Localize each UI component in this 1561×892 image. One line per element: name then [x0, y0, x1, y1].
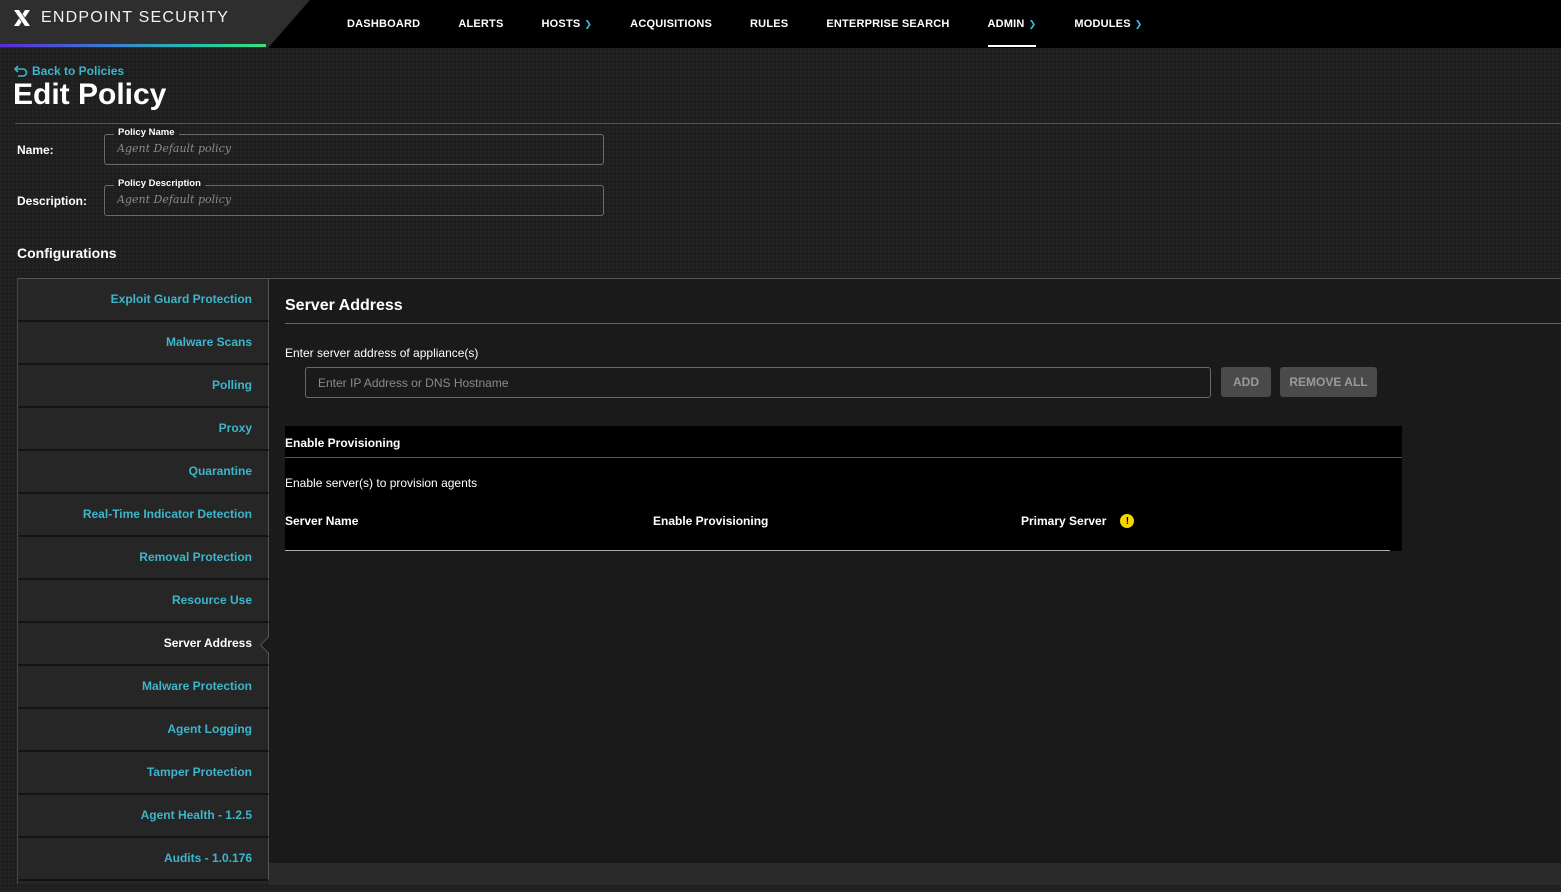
nav-alerts[interactable]: ALERTS — [439, 0, 522, 48]
provisioning-panel: Enable Provisioning Enable server(s) to … — [285, 426, 1402, 551]
nav-label: ENTERPRISE SEARCH — [826, 18, 950, 30]
brand-stripe — [0, 44, 266, 47]
provisioning-title: Enable Provisioning — [285, 436, 401, 450]
remove-all-button[interactable]: REMOVE ALL — [1280, 367, 1377, 397]
server-address-content: Server Address Enter server address of a… — [269, 279, 1561, 863]
nav-acquisitions[interactable]: ACQUISITIONS — [611, 0, 731, 48]
configurations-panel: Exploit Guard Protection Malware Scans P… — [17, 278, 1561, 892]
config-item-real-time-indicator-detection[interactable]: Real-Time Indicator Detection — [18, 494, 269, 537]
nav-rules[interactable]: RULES — [731, 0, 807, 48]
nav-dashboard[interactable]: DASHBOARD — [328, 0, 439, 48]
config-item-agent-health[interactable]: Agent Health - 1.2.5 — [18, 795, 269, 838]
warning-icon[interactable]: ! — [1120, 514, 1135, 528]
provisioning-hint: Enable server(s) to provision agents — [285, 476, 478, 490]
policy-description-legend: Policy Description — [114, 178, 205, 189]
back-arrow-icon — [14, 65, 28, 77]
top-nav-bar: ENDPOINT SECURITY DASHBOARD ALERTS HOSTS… — [0, 0, 1561, 48]
description-label: Description: — [17, 194, 88, 208]
column-header-primary-server: Primary Server ! — [1021, 514, 1135, 528]
content-divider — [285, 323, 1561, 324]
config-item-malware-scans[interactable]: Malware Scans — [18, 322, 269, 365]
config-sidebar: Exploit Guard Protection Malware Scans P… — [17, 279, 269, 884]
content-footer-strip — [269, 863, 1561, 885]
nav-label: RULES — [750, 18, 789, 30]
nav-label: ADMIN — [987, 18, 1025, 30]
column-header-enable-provisioning: Enable Provisioning — [653, 514, 769, 528]
chevron-down-icon: ❯ — [1134, 18, 1143, 29]
policy-name-input[interactable] — [117, 142, 587, 155]
page: ENDPOINT SECURITY DASHBOARD ALERTS HOSTS… — [0, 0, 1561, 892]
policy-name-legend: Policy Name — [114, 127, 179, 138]
nav-hosts[interactable]: HOSTS ❯ — [523, 0, 612, 48]
nav-label: DASHBOARD — [347, 18, 421, 30]
x-logo-icon — [14, 10, 30, 26]
back-link-label: Back to Policies — [32, 64, 125, 78]
config-item-tamper-protection[interactable]: Tamper Protection — [18, 752, 269, 795]
config-item-proxy[interactable]: Proxy — [18, 408, 269, 451]
configurations-title: Configurations — [17, 245, 117, 261]
table-bottom-rule — [285, 550, 1390, 551]
provisioning-divider — [285, 457, 1402, 458]
nav-label: ALERTS — [458, 18, 504, 30]
config-item-exploit-guard-protection[interactable]: Exploit Guard Protection — [18, 279, 269, 322]
server-address-hint: Enter server address of appliance(s) — [285, 346, 479, 360]
primary-server-label: Primary Server — [1021, 514, 1107, 528]
back-to-policies-link[interactable]: Back to Policies — [14, 64, 124, 78]
nav-admin[interactable]: ADMIN ❯ — [969, 0, 1056, 48]
config-item-polling[interactable]: Polling — [18, 365, 269, 408]
name-label: Name: — [17, 143, 54, 157]
add-button[interactable]: ADD — [1221, 367, 1271, 397]
config-item-resource-use[interactable]: Resource Use — [18, 580, 269, 623]
nav-modules[interactable]: MODULES ❯ — [1055, 0, 1161, 48]
nav-label: HOSTS — [541, 18, 581, 30]
nav-enterprise-search[interactable]: ENTERPRISE SEARCH — [807, 0, 968, 48]
config-item-server-address[interactable]: Server Address — [18, 623, 269, 666]
title-divider — [15, 123, 1561, 124]
chevron-down-icon: ❯ — [1028, 18, 1037, 29]
config-item-malware-protection[interactable]: Malware Protection — [18, 666, 269, 709]
config-item-agent-logging[interactable]: Agent Logging — [18, 709, 269, 752]
policy-description-field: Policy Description — [104, 178, 604, 216]
policy-name-field: Policy Name — [104, 127, 604, 165]
column-header-server-name: Server Name — [285, 514, 359, 528]
brand-area: ENDPOINT SECURITY — [0, 0, 310, 48]
nav-label: ACQUISITIONS — [630, 18, 713, 30]
chevron-down-icon: ❯ — [584, 18, 593, 29]
config-item-quarantine[interactable]: Quarantine — [18, 451, 269, 494]
brand-name: ENDPOINT SECURITY — [41, 9, 230, 26]
server-address-title: Server Address — [285, 297, 403, 314]
server-address-input[interactable] — [305, 367, 1211, 398]
policy-description-input[interactable] — [117, 193, 587, 206]
main-nav: DASHBOARD ALERTS HOSTS ❯ ACQUISITIONS RUL… — [328, 0, 1161, 48]
page-title: Edit Policy — [13, 78, 167, 111]
config-item-removal-protection[interactable]: Removal Protection — [18, 537, 269, 580]
config-item-audits[interactable]: Audits - 1.0.176 — [18, 838, 269, 881]
nav-label: MODULES — [1074, 18, 1131, 30]
